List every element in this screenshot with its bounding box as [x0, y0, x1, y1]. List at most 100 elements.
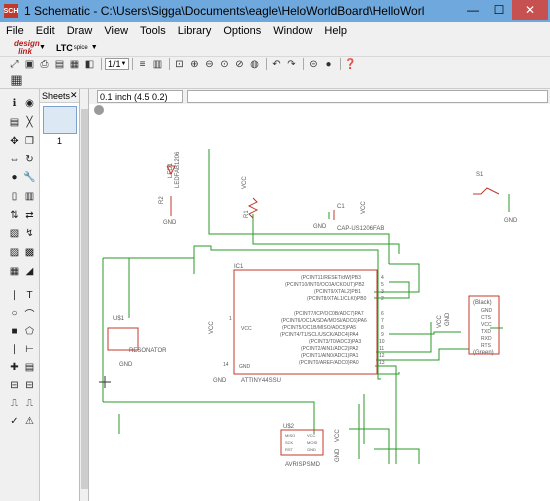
ftdi-pin: CTS [481, 315, 492, 321]
mark-icon[interactable]: ╳ [23, 116, 36, 129]
rect-icon[interactable]: ■ [8, 325, 21, 338]
close-icon[interactable]: ✕ [70, 90, 78, 101]
junction-icon[interactable]: ✚ [8, 361, 21, 374]
polygon-icon[interactable]: ⬠ [23, 325, 36, 338]
bus-icon[interactable]: ∣ [8, 343, 21, 356]
page-value: 1/1 [108, 59, 121, 69]
copy-icon[interactable]: ❐ [23, 135, 36, 148]
menu-draw[interactable]: Draw [67, 25, 93, 37]
command-input[interactable] [187, 90, 548, 103]
ftdi-pin: RTS [481, 343, 492, 349]
minimize-button[interactable]: — [460, 0, 486, 20]
maximize-button[interactable]: ☐ [486, 0, 512, 20]
miter-icon[interactable]: ◢ [23, 265, 36, 278]
warning-icon[interactable]: ⚠ [23, 415, 36, 428]
scrollbar-thumb[interactable] [81, 109, 88, 489]
menu-options[interactable]: Options [223, 25, 261, 37]
board-icon[interactable]: ▦ [68, 58, 81, 71]
page-select[interactable]: 1/1 ▼ [105, 58, 129, 70]
sheets-panel: Sheets ✕ 1 [40, 89, 80, 501]
menu-help[interactable]: Help [324, 25, 347, 37]
ic-pin: (PCINT2/AIN1/ADC2)PA2 [301, 346, 359, 352]
pin-number: 9 [381, 332, 384, 338]
help-icon[interactable]: ❓ [344, 58, 357, 71]
show-icon[interactable]: ◉ [23, 97, 36, 110]
grid-icon[interactable]: ▦ [10, 72, 23, 87]
display-icon[interactable]: ▤ [8, 116, 21, 129]
run-script-icon[interactable]: ≡ [136, 58, 149, 71]
led-label: LED1 [168, 162, 174, 178]
undo-icon[interactable]: ↶ [270, 58, 283, 71]
mirror-icon[interactable]: ⇔ [8, 153, 21, 166]
ulp-icon[interactable]: ▥ [151, 58, 164, 71]
pin-number: 1 [229, 316, 232, 322]
move-icon[interactable]: ✥ [8, 135, 21, 148]
close-button[interactable]: ✕ [512, 0, 548, 20]
erc-icon[interactable]: ⎍ [8, 397, 21, 410]
ic-pin: (PCINT9/XTAL2)PB1 [314, 289, 361, 295]
line-icon[interactable]: ∣ [8, 289, 21, 302]
redraw-icon[interactable]: ◍ [248, 58, 261, 71]
vcc-label: VCC [361, 201, 367, 214]
zoom-last-icon[interactable]: ⊘ [233, 58, 246, 71]
text-icon[interactable]: T [23, 289, 36, 302]
zoom-in-icon[interactable]: ⊕ [188, 58, 201, 71]
delete-icon[interactable]: ▯ [8, 190, 21, 203]
add-icon[interactable]: ▥ [23, 190, 36, 203]
open-icon[interactable]: ⤢ [8, 58, 21, 71]
replace-icon[interactable]: ⇅ [8, 209, 21, 222]
pin-number: 6 [381, 311, 384, 317]
menu-view[interactable]: View [104, 25, 128, 37]
stop-icon[interactable]: ⊝ [307, 58, 320, 71]
dimension-icon[interactable]: ⊟ [23, 379, 36, 392]
ftdi-pin: RXD [481, 336, 492, 342]
ltc-sub-label: spice [73, 44, 88, 51]
errors-icon[interactable]: ⎍ [23, 397, 36, 410]
design-link-button[interactable]: design link [14, 39, 40, 56]
ic-pin: (PCINT1/AIN0/ADC1)PA1 [301, 353, 359, 359]
menu-library[interactable]: Library [178, 25, 212, 37]
rotate-icon[interactable]: ↻ [23, 153, 36, 166]
pin-number: 8 [381, 325, 384, 331]
arc-icon[interactable]: ⌒ [23, 307, 36, 321]
panel-scrollbar[interactable] [80, 89, 89, 501]
cam-icon[interactable]: ▤ [53, 58, 66, 71]
attribute-icon[interactable]: ⊟ [8, 379, 21, 392]
pinswap-icon[interactable]: ⇄ [23, 209, 36, 222]
menu-file[interactable]: File [6, 25, 24, 37]
change-icon[interactable]: 🔧 [23, 171, 36, 184]
name-icon[interactable]: ▨ [8, 246, 21, 259]
pin-number: 2 [381, 296, 384, 302]
net-icon[interactable]: ⊢ [23, 343, 36, 356]
menu-tools[interactable]: Tools [140, 25, 166, 37]
circle-icon[interactable]: ○ [8, 307, 21, 320]
pin-number: 10 [379, 339, 385, 345]
go-icon[interactable]: ● [322, 58, 335, 71]
gateswap-icon[interactable]: ▧ [8, 227, 21, 240]
board-switch-icon[interactable]: ◧ [83, 58, 96, 71]
gnd-label: GND [313, 224, 327, 230]
redo-icon[interactable]: ↷ [285, 58, 298, 71]
schematic-drawing: LED1 LEDFAB1206 R2 GND VCC R1 GND C1 CAP… [99, 149, 518, 468]
menu-edit[interactable]: Edit [36, 25, 55, 37]
check-icon[interactable]: ✓ [8, 415, 21, 428]
smash-icon[interactable]: ▦ [8, 265, 21, 278]
menu-window[interactable]: Window [273, 25, 312, 37]
label-icon[interactable]: ▤ [23, 361, 36, 374]
zoom-select-icon[interactable]: ⊙ [218, 58, 231, 71]
group-icon[interactable]: ● [8, 171, 21, 184]
pin-number: 3 [381, 289, 384, 295]
value-icon[interactable]: ▩ [23, 246, 36, 259]
ltc-spice-button[interactable]: LTC spice [56, 43, 88, 53]
chevron-down-icon[interactable]: ▼ [91, 44, 98, 51]
sheet-thumbnail[interactable] [42, 106, 77, 134]
app-icon: SCH [4, 4, 18, 18]
save-icon[interactable]: ▣ [23, 58, 36, 71]
chevron-down-icon[interactable]: ▼ [39, 44, 46, 51]
zoom-out-icon[interactable]: ⊖ [203, 58, 216, 71]
split-icon[interactable]: ↯ [23, 227, 36, 240]
schematic-canvas[interactable]: LED1 LEDFAB1206 R2 GND VCC R1 GND C1 CAP… [89, 104, 550, 501]
print-icon[interactable]: ⎙ [38, 58, 51, 71]
zoom-fit-icon[interactable]: ⊡ [173, 58, 186, 71]
info-icon[interactable]: ℹ [8, 97, 21, 110]
